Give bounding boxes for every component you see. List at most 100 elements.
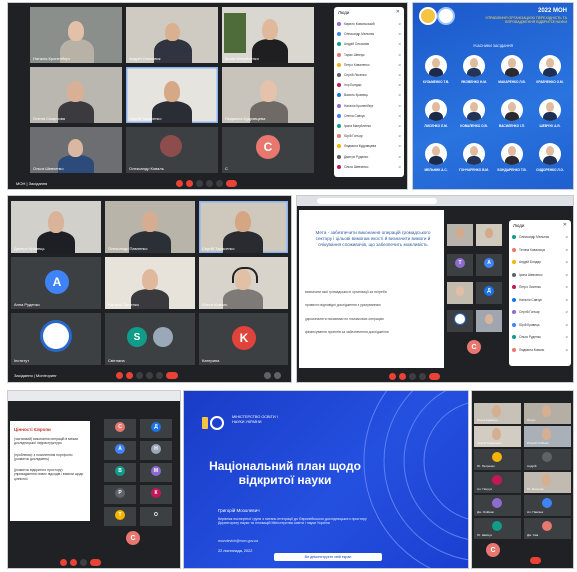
video-tile[interactable] <box>447 310 473 332</box>
browser-address-bar[interactable] <box>317 198 437 204</box>
more-button[interactable] <box>156 372 163 379</box>
people-list-item[interactable]: Петро Коваленко ⊘ <box>337 62 401 68</box>
people-list-item[interactable]: Андрій Ольховик ⊘ <box>337 41 401 47</box>
video-tile[interactable]: Д <box>140 419 172 438</box>
hang-up-button[interactable] <box>429 373 440 380</box>
people-list-item[interactable]: Ольга Руденко ⊘ <box>512 334 568 340</box>
video-tile[interactable] <box>447 282 473 304</box>
video-tile[interactable]: Андрій Ольховик <box>126 7 218 63</box>
mic-button[interactable] <box>116 372 123 379</box>
video-tile[interactable]: Олександр Павленко <box>105 201 195 253</box>
video-tile[interactable] <box>447 224 473 246</box>
people-list-item[interactable]: Юрій Кравець ⊘ <box>512 322 568 328</box>
more-button[interactable] <box>216 180 223 187</box>
present-button[interactable] <box>80 559 87 566</box>
video-tile[interactable]: Ал. Петрук <box>474 472 521 493</box>
video-tile[interactable]: К <box>140 485 172 504</box>
video-tile[interactable]: С С <box>222 127 314 173</box>
video-tile[interactable]: Олександр Коваль <box>126 127 218 173</box>
video-tile[interactable]: Ірина Мануйленко <box>222 7 314 63</box>
close-icon[interactable]: ✕ <box>563 222 567 228</box>
video-tile[interactable]: М <box>140 463 172 482</box>
people-list-item[interactable]: Наталія Савчук ⊘ <box>512 297 568 303</box>
video-tile[interactable]: Ю. Петренко <box>474 449 521 470</box>
people-list-item[interactable]: Олександр Мельник ⊘ <box>512 234 568 240</box>
video-tile[interactable]: А <box>476 254 502 276</box>
video-tile[interactable]: А <box>104 441 136 460</box>
video-tile[interactable]: Ольга Шевченко <box>30 127 122 173</box>
captions-button[interactable] <box>136 372 143 379</box>
more-button[interactable] <box>419 373 426 380</box>
hang-up-button[interactable] <box>166 372 178 379</box>
hang-up-button[interactable] <box>530 557 541 564</box>
people-list-item[interactable]: Юрій Гончар ⊘ <box>337 133 401 139</box>
video-tile[interactable]: Ольга Коваль <box>199 257 288 309</box>
camera-button[interactable] <box>399 373 406 380</box>
camera-button[interactable] <box>70 559 77 566</box>
people-list-item[interactable]: Тетяна Ковальчук ⊘ <box>512 247 568 253</box>
mic-button[interactable] <box>389 373 396 380</box>
present-button[interactable] <box>146 372 153 379</box>
close-icon[interactable]: ✕ <box>396 9 400 15</box>
video-tile[interactable]: Ал. Павлюк <box>524 495 571 516</box>
video-tile[interactable]: Інститут <box>11 313 101 365</box>
video-tile[interactable]: Віталій Олійник <box>524 426 571 447</box>
screen-share-banner[interactable]: Ви демонструєте свій екран <box>274 553 382 561</box>
camera-button[interactable] <box>186 180 193 187</box>
people-list-item[interactable]: Ірина Мануйленко ⊘ <box>337 123 401 129</box>
video-tile[interactable]: Андрій <box>524 449 571 470</box>
present-button[interactable] <box>206 180 213 187</box>
present-button[interactable] <box>409 373 416 380</box>
people-list-item[interactable]: Олена Савчук ⊘ <box>337 113 401 119</box>
mic-button[interactable] <box>60 559 67 566</box>
video-tile[interactable]: A Анна Руденко <box>11 257 101 309</box>
captions-button[interactable] <box>196 180 203 187</box>
video-tile[interactable]: Н <box>140 441 172 460</box>
video-tile[interactable]: Ю. Шевчук <box>474 518 521 539</box>
video-tile[interactable]: О <box>140 507 172 526</box>
people-list-item[interactable]: Петро Лисенко ⊘ <box>512 284 568 290</box>
video-tile[interactable]: Ольга Кравець <box>474 403 521 424</box>
video-tile[interactable]: Дж. Сав <box>524 518 571 539</box>
people-list-item[interactable]: Людмила Кудрявцева ⊘ <box>337 143 401 149</box>
video-tile[interactable]: Сергій Тарасенко <box>126 67 218 123</box>
video-tile[interactable]: Дмитро Кравець <box>11 201 101 253</box>
people-list-item[interactable]: Людмила Коваль ⊘ <box>512 347 568 353</box>
camera-button[interactable] <box>126 372 133 379</box>
video-tile[interactable]: K Катерина <box>199 313 288 365</box>
video-tile[interactable]: S Світлана <box>105 313 195 365</box>
people-list-item[interactable]: Василь Кравець ⊘ <box>337 92 401 98</box>
people-icon[interactable] <box>264 372 271 379</box>
people-list-item[interactable]: Ірина Шевченко ⊘ <box>512 272 568 278</box>
people-list-item[interactable]: Ольга Шевченко ⊘ <box>337 164 401 170</box>
video-tile[interactable]: Дж. Олійник <box>474 495 521 516</box>
video-tile[interactable]: В <box>104 463 136 482</box>
video-tile[interactable]: Наталія Кроненберг <box>30 7 122 63</box>
video-tile[interactable]: Петро <box>524 403 571 424</box>
people-list-item[interactable]: Кирило Ковальський ⊘ <box>337 21 401 27</box>
people-list-item[interactable]: Ігор Бондар ⊘ <box>337 82 401 88</box>
video-tile[interactable] <box>476 224 502 246</box>
video-tile[interactable]: Ю. Мельник <box>524 472 571 493</box>
video-tile[interactable]: Сергій Тарасенко <box>474 426 521 447</box>
video-tile[interactable] <box>476 310 502 332</box>
people-list-item[interactable]: Дмитро Руденко ⊘ <box>337 154 401 160</box>
video-tile[interactable]: Наталія Лисенко <box>105 257 195 309</box>
people-list-item[interactable]: Сергій Гончар ⊘ <box>512 309 568 315</box>
video-tile[interactable]: С <box>104 419 136 438</box>
video-tile[interactable]: Олена Смирнова <box>30 67 122 123</box>
chat-icon[interactable] <box>274 372 281 379</box>
video-tile[interactable]: Людмила Кудрявцева <box>222 67 314 123</box>
video-tile[interactable]: Д <box>476 282 502 304</box>
hang-up-button[interactable] <box>90 559 101 566</box>
video-tile[interactable]: Р <box>104 485 136 504</box>
people-list-item[interactable]: Андрій Бондар ⊘ <box>512 259 568 265</box>
video-tile[interactable]: Т <box>104 507 136 526</box>
people-list-item[interactable]: Наталія Кроненберг ⊘ <box>337 103 401 109</box>
people-list-item[interactable]: Олександр Мельник ⊘ <box>337 31 401 37</box>
people-list-item[interactable]: Сергій Лисенко ⊘ <box>337 72 401 78</box>
mic-button[interactable] <box>176 180 183 187</box>
people-list-item[interactable]: Тарас Шевчук ⊘ <box>337 52 401 58</box>
video-tile[interactable]: Сергій Тарасенко <box>199 201 288 253</box>
video-tile[interactable]: Т <box>447 254 473 276</box>
